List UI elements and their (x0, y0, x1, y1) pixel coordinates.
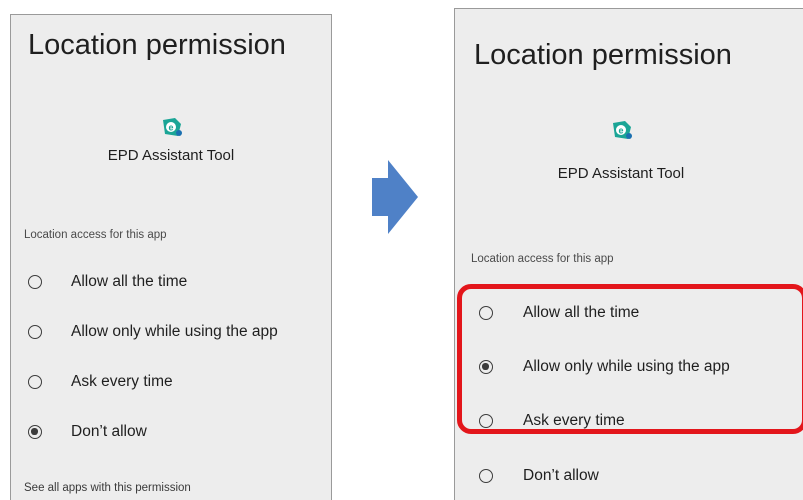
option-allow-all-the-time[interactable]: Allow all the time (28, 267, 187, 297)
epd-app-icon: e (163, 118, 182, 136)
radio-button-selected[interactable] (28, 425, 42, 439)
section-label: Location access for this app (471, 253, 614, 265)
page-title: Location permission (28, 29, 286, 61)
see-all-apps-link[interactable]: See all apps with this permission (24, 482, 191, 494)
radio-button[interactable] (28, 375, 42, 389)
option-label: Allow only while using the app (71, 323, 278, 340)
permission-screen-before: Location permission e EPD Assistant Tool… (10, 14, 332, 500)
app-name: EPD Assistant Tool (107, 147, 235, 164)
page-title: Location permission (474, 39, 732, 71)
section-label: Location access for this app (24, 229, 167, 241)
svg-text:e: e (618, 126, 623, 136)
right-arrow-icon (372, 160, 418, 234)
option-label: Don’t allow (71, 423, 147, 440)
radio-button[interactable] (28, 325, 42, 339)
epd-app-icon: e (613, 121, 632, 139)
option-ask-every-time[interactable]: Ask every time (28, 367, 173, 397)
radio-button[interactable] (28, 275, 42, 289)
app-name: EPD Assistant Tool (557, 165, 685, 182)
option-label: Don’t allow (523, 467, 599, 484)
red-highlight-box (457, 284, 803, 434)
option-label: Allow all the time (71, 273, 188, 290)
option-allow-while-using[interactable]: Allow only while using the app (28, 317, 278, 347)
radio-button[interactable] (479, 469, 493, 483)
svg-text:e: e (168, 123, 173, 133)
option-label: Ask every time (71, 373, 173, 390)
option-dont-allow[interactable]: Don’t allow (479, 461, 599, 491)
option-dont-allow[interactable]: Don’t allow (28, 417, 147, 447)
